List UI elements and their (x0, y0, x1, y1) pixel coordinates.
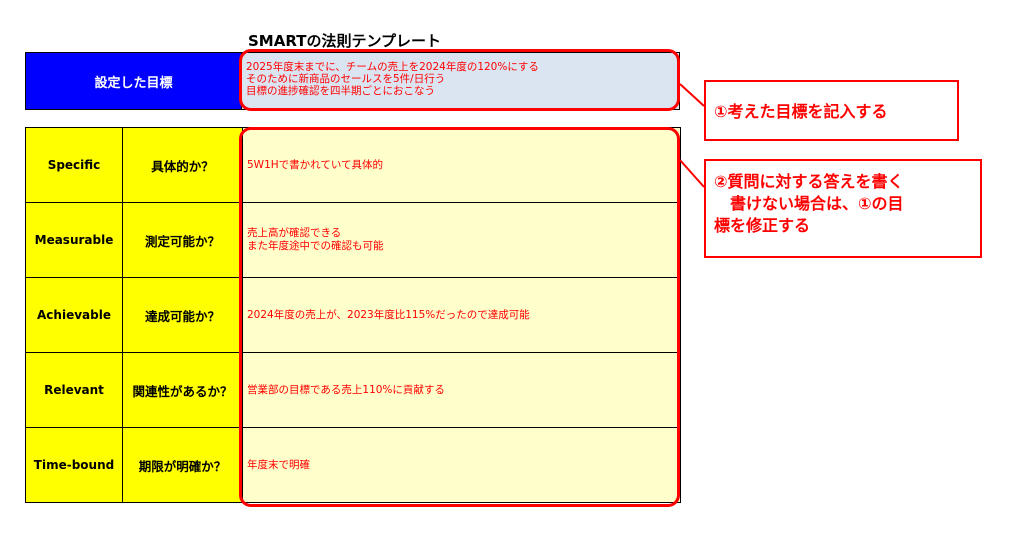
callout-text: 書けない場合は、①の目 (714, 194, 904, 213)
callout-text: ①考えた目標を記入する (714, 102, 888, 121)
callout-text: 標を修正する (714, 216, 811, 235)
connector-line-one (679, 83, 705, 107)
callout-fill-goal: ①考えた目標を記入する (704, 80, 959, 141)
callout-answer-questions: ②質問に対する答えを書く 書けない場合は、①の目 標を修正する (704, 159, 982, 258)
callout-text: ②質問に対する答えを書く (714, 172, 904, 191)
connector-line-two (679, 159, 705, 188)
